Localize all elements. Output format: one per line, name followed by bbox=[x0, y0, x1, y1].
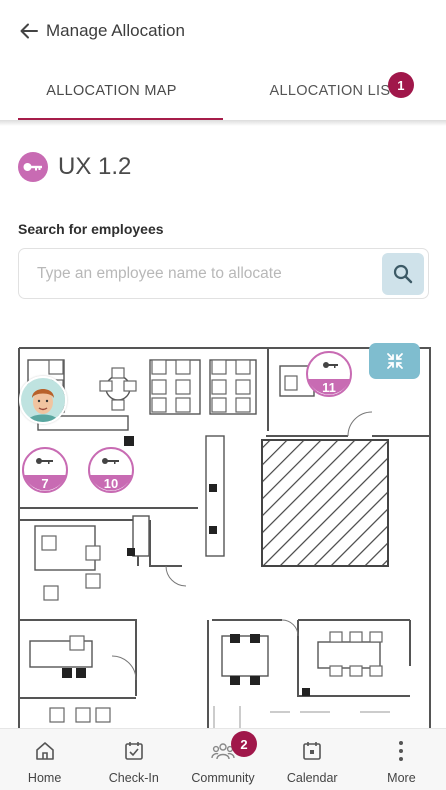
search-input[interactable] bbox=[19, 249, 382, 298]
tab-label: ALLOCATION LIST bbox=[269, 83, 400, 99]
nav-check-in[interactable]: Check-In bbox=[89, 729, 178, 790]
tab-bar: ALLOCATION MAP ALLOCATION LIST 1 bbox=[0, 62, 446, 120]
tab-allocation-map[interactable]: ALLOCATION MAP bbox=[0, 62, 223, 120]
page-title: Manage Allocation bbox=[46, 21, 185, 40]
search-button[interactable] bbox=[382, 252, 424, 295]
nav-label: More bbox=[387, 771, 416, 785]
nav-more[interactable]: More bbox=[357, 729, 446, 790]
nav-calendar[interactable]: Calendar bbox=[268, 729, 357, 790]
desk-number: 11 bbox=[322, 379, 336, 395]
tab-label: ALLOCATION MAP bbox=[46, 83, 177, 99]
nav-label: Home bbox=[27, 771, 62, 785]
desk-number: 7 bbox=[41, 475, 49, 491]
room-name: UX 1.2 bbox=[58, 153, 132, 180]
room-heading: UX 1.2 bbox=[18, 152, 131, 182]
collapse-icon bbox=[386, 353, 403, 369]
search-icon bbox=[393, 264, 413, 283]
app-header: Manage Allocation bbox=[0, 0, 446, 62]
desk-pin-7[interactable]: 7 bbox=[22, 447, 68, 493]
bottom-navigation: Home Check-In Community 2 Calendar More bbox=[0, 728, 446, 790]
notification-badge: 2 bbox=[231, 731, 257, 757]
nav-label: Calendar bbox=[286, 771, 338, 785]
tab-bar-shadow bbox=[0, 120, 446, 126]
employee-search bbox=[18, 248, 429, 299]
nav-label: Community bbox=[191, 771, 255, 785]
search-label: Search for employees bbox=[18, 221, 164, 237]
nav-label: Check-In bbox=[108, 771, 159, 785]
desk-pin-11[interactable]: 11 bbox=[306, 351, 352, 397]
key-icon bbox=[18, 152, 48, 182]
floor-plan[interactable] bbox=[0, 336, 446, 728]
nav-community[interactable]: Community 2 bbox=[178, 729, 267, 790]
tab-allocation-list[interactable]: ALLOCATION LIST 1 bbox=[223, 62, 446, 120]
calendar-check-icon bbox=[122, 739, 146, 763]
nav-home[interactable]: Home bbox=[0, 729, 89, 790]
arrow-left-icon[interactable] bbox=[18, 20, 40, 42]
calendar-icon bbox=[300, 739, 324, 763]
more-vertical-icon bbox=[389, 739, 413, 763]
desk-pin-10[interactable]: 10 bbox=[88, 447, 134, 493]
employee-avatar[interactable] bbox=[19, 376, 67, 424]
notification-badge: 1 bbox=[388, 72, 414, 98]
home-icon bbox=[33, 739, 57, 763]
desk-number: 10 bbox=[103, 475, 119, 491]
collapse-map-button[interactable] bbox=[369, 343, 420, 379]
